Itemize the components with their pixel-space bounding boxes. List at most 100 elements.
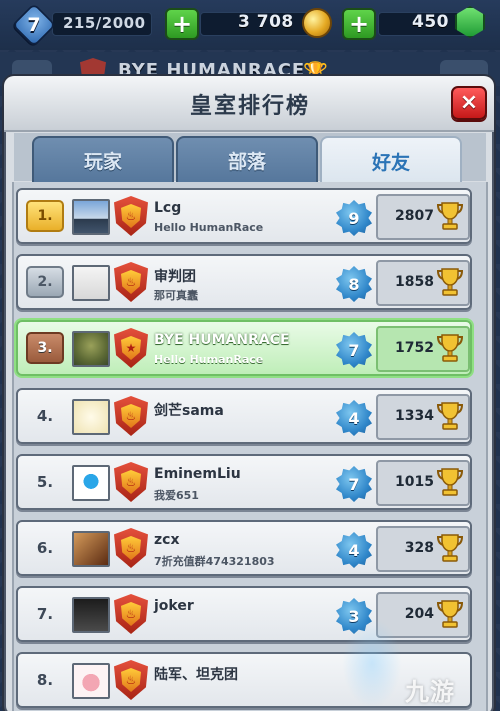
tab-label: 玩家 <box>83 150 122 173</box>
player-level: 4 <box>348 540 360 560</box>
player-level: 8 <box>348 274 360 294</box>
rank-badge: 8. <box>26 664 64 696</box>
rank-number: 5. <box>36 473 54 491</box>
player-level: 7 <box>348 474 360 494</box>
rank-badge: 6. <box>26 532 64 564</box>
player-name: EminemLiu <box>154 466 241 482</box>
rank-number: 6. <box>36 539 54 557</box>
clan-emblem-icon: ♨ <box>121 536 141 560</box>
plus-icon: + <box>171 10 193 38</box>
player-level: 4 <box>348 408 360 428</box>
leaderboard-row[interactable]: 4. ♨ 剑芒sama 4 1334 <box>16 388 472 444</box>
clan-badge-icon: ♨ <box>114 660 148 700</box>
trophy-icon <box>436 402 464 430</box>
level-badge-icon: 4 <box>336 400 372 436</box>
clan-badge-icon: ★ <box>114 328 148 368</box>
clan-badge-icon: ♨ <box>114 528 148 568</box>
player-name: 审判团 <box>154 269 196 285</box>
gold-amount: 3 708 <box>238 12 294 32</box>
plus-icon: + <box>348 10 370 38</box>
clan-name: 7折充值群474321803 <box>154 555 275 568</box>
avatar <box>72 663 110 699</box>
trophy-count: 2807 <box>395 208 434 224</box>
clan-badge-icon: ♨ <box>114 196 148 236</box>
player-name: Lcg <box>154 200 182 216</box>
trophy-count: 204 <box>404 606 434 622</box>
trophy-count: 1752 <box>395 340 434 356</box>
clan-name: 我爱651 <box>154 489 199 502</box>
clan-badge-icon: ♨ <box>114 594 148 634</box>
tab-friends[interactable]: 好友 <box>320 136 462 184</box>
player-name: joker <box>154 598 194 614</box>
avatar <box>72 531 110 567</box>
trophy-icon <box>436 202 464 230</box>
clan-name: Hello HumanRace <box>154 221 264 234</box>
leaderboard-row[interactable]: 2. ♨ 审判团那可真蠢 8 1858 <box>16 254 472 310</box>
trophy-count: 1015 <box>395 474 434 490</box>
clan-badge-icon: ♨ <box>114 396 148 436</box>
player-level: 7 <box>27 14 41 36</box>
gold-coin-icon <box>302 8 332 38</box>
clan-emblem-icon: ♨ <box>121 404 141 428</box>
rank-badge: 2. <box>26 266 64 298</box>
tab-players[interactable]: 玩家 <box>32 136 174 182</box>
level-badge-icon: 7 <box>336 332 372 368</box>
player-name: zcx <box>154 532 180 548</box>
close-button[interactable]: × <box>451 86 487 120</box>
tab-clans[interactable]: 部落 <box>176 136 318 182</box>
trophy-icon <box>436 600 464 628</box>
player-name: 剑芒sama <box>154 403 224 419</box>
rank-number: 7. <box>36 605 54 623</box>
leaderboard-row[interactable]: 1. ♨ Lcg Hello HumanRace 9 2807 <box>16 188 472 244</box>
leaderboard-row[interactable]: 8. ♨ 陆军、坦克团 <box>16 652 472 708</box>
avatar <box>72 399 110 435</box>
rank-number: 1. <box>37 208 53 224</box>
rank-badge: 7. <box>26 598 64 630</box>
level-badge-icon: 9 <box>336 200 372 236</box>
trophy-icon <box>436 334 464 362</box>
clan-emblem-icon: ♨ <box>121 602 141 626</box>
avatar <box>72 465 110 501</box>
trophy-icon <box>436 468 464 496</box>
clan-badge-icon: ♨ <box>114 262 148 302</box>
watermark: 九游 <box>405 678 455 706</box>
avatar <box>72 331 110 367</box>
clan-badge-icon: ♨ <box>114 462 148 502</box>
clan-name: Hello HumanRace <box>154 353 264 366</box>
avatar <box>72 597 110 633</box>
tab-label: 部落 <box>227 150 266 173</box>
trophy-count: 1858 <box>395 274 434 290</box>
trophy-icon <box>436 534 464 562</box>
rank-number: 4. <box>36 407 54 425</box>
rank-badge: 3. <box>26 332 64 364</box>
close-icon: × <box>459 90 479 115</box>
rank-badge: 1. <box>26 200 64 232</box>
avatar <box>72 199 110 235</box>
player-level: 7 <box>348 340 360 360</box>
trophy-count: 328 <box>404 540 434 556</box>
player-name: BYE HUMANRACE <box>154 332 290 348</box>
add-gems-button[interactable]: + <box>342 8 376 40</box>
trophy-icon <box>436 268 464 296</box>
leaderboard-row[interactable]: 3. ★ BYE HUMANRACE Hello HumanRace 7 1752 <box>16 320 472 376</box>
clan-emblem-icon: ♨ <box>121 668 141 692</box>
rank-badge: 4. <box>26 400 64 432</box>
rank-number: 8. <box>36 671 54 689</box>
leaderboard-row[interactable]: 6. ♨ zcx 7折充值群474321803 4 328 <box>16 520 472 576</box>
watermark-logo <box>342 618 402 708</box>
tab-label: 好友 <box>371 151 410 174</box>
gems-amount: 450 <box>412 12 449 32</box>
leaderboard-row[interactable]: 5. ♨ EminemLiu 我爱651 7 1015 <box>16 454 472 510</box>
leaderboard-row[interactable]: 7. ♨ joker 3 204 <box>16 586 472 642</box>
rank-number: 2. <box>37 274 53 290</box>
clan-emblem-icon: ★ <box>121 336 141 360</box>
player-level: 9 <box>348 208 360 228</box>
avatar <box>72 265 110 301</box>
clan-name: 那可真蠢 <box>154 289 198 302</box>
rank-badge: 5. <box>26 466 64 498</box>
level-badge-icon: 7 <box>336 466 372 502</box>
rank-number: 3. <box>37 340 53 356</box>
add-gold-button[interactable]: + <box>165 8 199 40</box>
clan-emblem-icon: ♨ <box>121 204 141 228</box>
level-badge-icon: 8 <box>336 266 372 302</box>
